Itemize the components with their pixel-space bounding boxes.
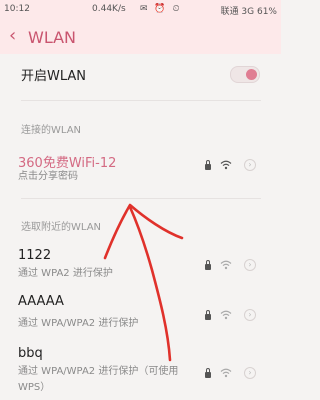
network-security: 通过 WPA/WPA2 进行保护 [18, 318, 139, 329]
network-name: 1122 [18, 248, 52, 263]
status-carrier-battery: 联通 3G 61% [220, 7, 277, 17]
wlan-toggle-row[interactable]: 开启WLAN [0, 56, 281, 92]
page-title: WLAN [28, 28, 77, 47]
wifi-icon [220, 160, 232, 170]
section-nearby-label: 选取附近的WLAN [21, 222, 102, 233]
wifi-icon [220, 260, 232, 270]
network-security: 通过 WPA/WPA2 进行保护（可使用 WPS） [18, 366, 179, 393]
network-detail-icon[interactable]: › [244, 259, 256, 271]
lock-icon [205, 260, 211, 270]
status-time: 10:12 [4, 4, 30, 14]
divider [21, 198, 261, 199]
wlan-toggle-switch[interactable] [230, 66, 260, 83]
back-chevron-icon[interactable]: ‹ [9, 27, 16, 45]
title-bar: ‹ WLAN [0, 20, 281, 54]
wifi-icon [220, 368, 232, 378]
network-row[interactable]: bbq 通过 WPA/WPA2 进行保护（可使用 WPS） › [0, 340, 281, 398]
wlan-toggle-label: 开启WLAN [21, 69, 87, 84]
status-icons: ✉ ⏰ ⏲ [140, 4, 182, 14]
network-name: bbq [18, 346, 43, 361]
network-row[interactable]: AAAAA 通过 WPA/WPA2 进行保护 › [0, 290, 281, 332]
status-speed: 0.44K/s [92, 4, 126, 14]
lock-icon [205, 310, 211, 320]
lock-icon [205, 368, 211, 378]
divider [21, 100, 261, 101]
section-connected-label: 连接的WLAN [21, 125, 82, 136]
network-detail-icon[interactable]: › [244, 367, 256, 379]
network-detail-icon[interactable]: › [244, 159, 256, 171]
connected-network-subtitle: 点击分享密码 [18, 171, 78, 182]
wifi-icon [220, 310, 232, 320]
network-detail-icon[interactable]: › [244, 309, 256, 321]
lock-icon [205, 160, 211, 170]
status-bar: 10:12 0.44K/s ✉ ⏰ ⏲ 联通 3G 61% [0, 0, 281, 20]
network-name: AAAAA [18, 294, 64, 309]
connected-network-row[interactable]: 360免费WiFi-12 点击分享密码 › [0, 146, 281, 192]
network-row[interactable]: 1122 通过 WPA2 进行保护 › [0, 242, 281, 284]
toggle-knob [246, 69, 257, 80]
network-security: 通过 WPA2 进行保护 [18, 268, 113, 279]
